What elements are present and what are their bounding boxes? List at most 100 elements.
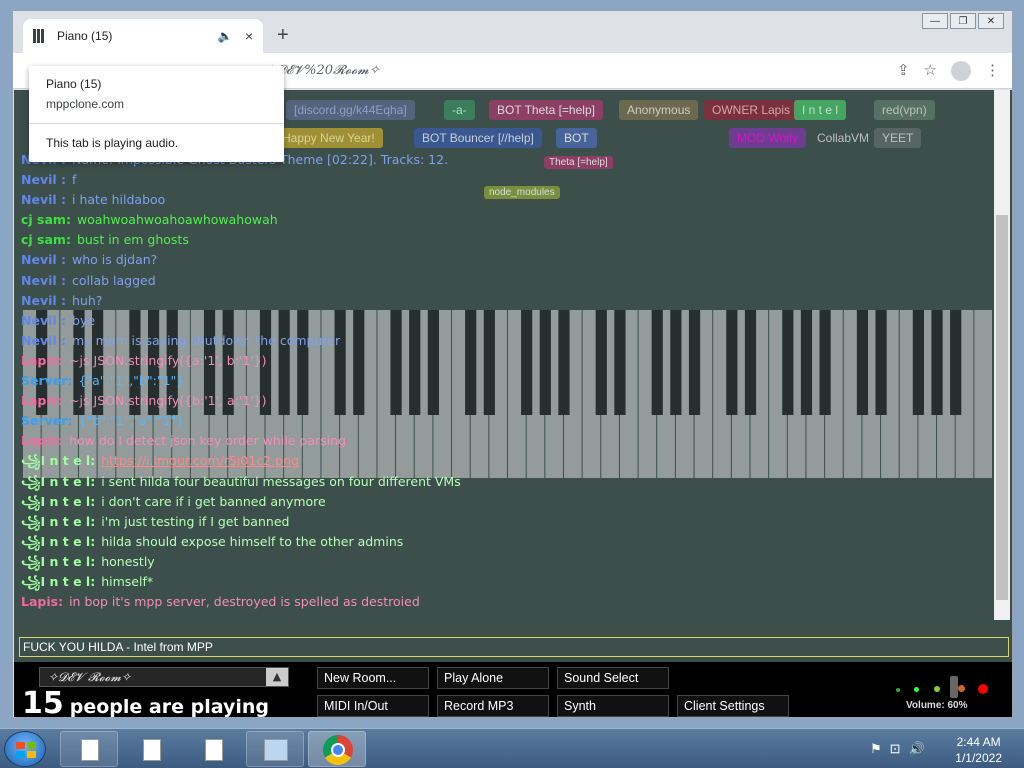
chat-text: {"b":"1","a":"1"} [78,413,185,429]
chat-author[interactable]: Lapis: [21,353,63,368]
chat-text: himself* [101,573,154,589]
chat-author[interactable]: ꧁I n t e l: [21,554,95,569]
chat-message: Nevil : huh? [21,291,991,311]
new-room-button[interactable]: New Room... [317,667,429,689]
chat-author[interactable]: ꧁I n t e l: [21,514,95,529]
chat-link[interactable]: https://i.imgur.com/r5j01c2.png [101,453,299,468]
volume-knob[interactable] [950,676,958,698]
chat-text: i'm just testing if I get banned [101,513,290,529]
scrollbar-thumb[interactable] [996,215,1008,600]
taskbar-item-chrome[interactable] [308,731,366,767]
tab-strip: Piano (15) 🔈 × + — ❐ ✕ [13,11,1012,53]
chat-message: ꧁I n t e l: i sent hilda four beautiful m… [21,472,991,492]
clock-date: 1/1/2022 [955,751,1002,765]
client-settings-button[interactable]: Client Settings [677,695,789,717]
participant-tag[interactable]: I n t e l [794,100,847,120]
participant-tag[interactable]: MOD Wolfy [729,128,807,148]
maximize-button[interactable]: ❐ [950,13,976,29]
chat-author[interactable]: ꧁I n t e l: [21,474,95,489]
chat-text: huh? [72,292,103,308]
chat-author[interactable]: Server: [21,413,72,428]
chat-author[interactable]: Nevil : [21,313,66,328]
participant-tag[interactable]: red(vpn) [874,100,935,120]
participant-tag[interactable]: CollabVM [809,128,878,148]
browser-window: Piano (15) 🔈 × + — ❐ ✕ ✧𝓓𝓔𝓥%20𝓡𝓸𝓸𝓶✧ ⇪ ☆ … [12,10,1013,718]
participant-tag[interactable]: [discord.gg/k44Eqha] [286,100,415,120]
chat-input[interactable] [19,637,1009,657]
chat-author[interactable]: cj sam: [21,232,71,247]
taskbar-item-document[interactable] [122,731,180,767]
start-button[interactable] [4,731,46,767]
tab-piano[interactable]: Piano (15) 🔈 × [23,19,263,53]
chat-message: ꧁I n t e l: himself* [21,572,991,592]
minimize-button[interactable]: — [922,13,948,29]
volume-control[interactable]: Volume: 60% [888,662,998,717]
participant-tag[interactable]: BOT Theta [=help] [489,100,603,120]
speaker-icon[interactable]: 🔊 [909,741,925,757]
chat-message: Server: {"a":"1","b":"1"} [21,371,991,391]
hover-card-site: mppclone.com [46,97,125,111]
participant-tag[interactable]: -a- [444,100,475,120]
chat-text: i don't care if i get banned anymore [101,493,326,509]
chat-author[interactable]: ꧁I n t e l: [21,453,95,468]
taskbar-item-document-2[interactable] [184,731,242,767]
account-icon[interactable] [951,61,971,81]
chat-author[interactable]: Nevil : [21,252,66,267]
participant-tag[interactable]: YEET [874,128,922,148]
hover-card-title: Piano (15) [46,77,102,91]
participant-tag[interactable]: Happy New Year! [274,128,383,148]
toolbar-icons: ⇪ ☆ ⋮ [897,61,1000,81]
synth-button[interactable]: Synth [557,695,669,717]
piano-icon [33,29,47,43]
chat-author[interactable]: Nevil : [21,273,66,288]
chat-text: i hate hildaboo [72,192,166,208]
room-select[interactable]: ✧𝓓𝓔𝓥 𝓡𝓸𝓸𝓶✧ ▲ [39,667,289,687]
flag-icon[interactable]: ⚑ [870,741,882,757]
chat-message: Lapis: in bop it's mpp server, destroyed … [21,592,991,612]
record-mp3-button[interactable]: Record MP3 [437,695,549,717]
chat-text: ~js JSON.stringify({a:'1', b:'1'}) [69,352,267,368]
chat-author[interactable]: ꧁I n t e l: [21,534,95,549]
taskbar-item-control-panel[interactable] [246,731,304,767]
chat-text: woahwoahwoahoawhowahowah [76,212,278,228]
participant-tag[interactable]: BOT [556,128,597,148]
chat-author[interactable]: Lapis: [21,433,63,448]
participant-tag[interactable]: Anonymous [619,100,699,120]
chat-author[interactable]: Nevil : [21,172,66,187]
chat-scrollbar[interactable] [994,90,1010,620]
window-controls: — ❐ ✕ [922,13,1004,29]
chat-author[interactable]: ꧁I n t e l: [21,494,95,509]
player-count: 15 people are playing [22,686,269,717]
chat-message: cj sam: woahwoahwoahoawhowahowah [21,210,991,230]
menu-icon[interactable]: ⋮ [985,61,1000,81]
chevron-up-icon[interactable]: ▲ [266,668,288,686]
tab-close-icon[interactable]: × [245,28,253,44]
chat-message: Nevil : my mom is saying shutdown the com… [21,331,991,351]
taskbar-item-explorer[interactable] [60,731,118,767]
chat-author[interactable]: cj sam: [21,212,71,227]
chat-author[interactable]: Nevil : [21,293,66,308]
sound-select-button[interactable]: Sound Select [557,667,669,689]
chat-author[interactable]: Lapis: [21,594,63,609]
address-bar[interactable]: ✧𝓓𝓔𝓥%20𝓡𝓸𝓸𝓶✧ [253,57,873,85]
share-icon[interactable]: ⇪ [897,61,910,81]
chat-message: Nevil : i hate hildaboo [21,190,991,210]
network-icon[interactable]: ⊡ [890,741,901,757]
new-tab-button[interactable]: + [277,25,289,45]
participant-tag[interactable]: OWNER Lapis [704,100,799,120]
chat-author[interactable]: Server: [21,373,72,388]
speaker-icon[interactable]: 🔈 [218,29,233,43]
chat-text: bust in em ghosts [76,232,189,248]
chat-author[interactable]: Nevil : [21,192,66,207]
participant-tag[interactable]: BOT Bouncer [//help] [414,128,542,148]
play-alone-button[interactable]: Play Alone [437,667,549,689]
bottom-bar: ✧𝓓𝓔𝓥 𝓡𝓸𝓸𝓶✧ ▲ 15 people are playing New Ro… [14,662,1012,717]
chat-author[interactable]: Nevil : [21,333,66,348]
chat-author[interactable]: Lapis: [21,393,63,408]
star-icon[interactable]: ☆ [924,61,937,81]
midi-button[interactable]: MIDI In/Out [317,695,429,717]
close-window-button[interactable]: ✕ [978,13,1004,29]
chat-author[interactable]: ꧁I n t e l: [21,574,95,589]
clock[interactable]: 2:44 AM 1/1/2022 [955,734,1002,766]
chat-message: Nevil : who is djdan? [21,250,991,270]
